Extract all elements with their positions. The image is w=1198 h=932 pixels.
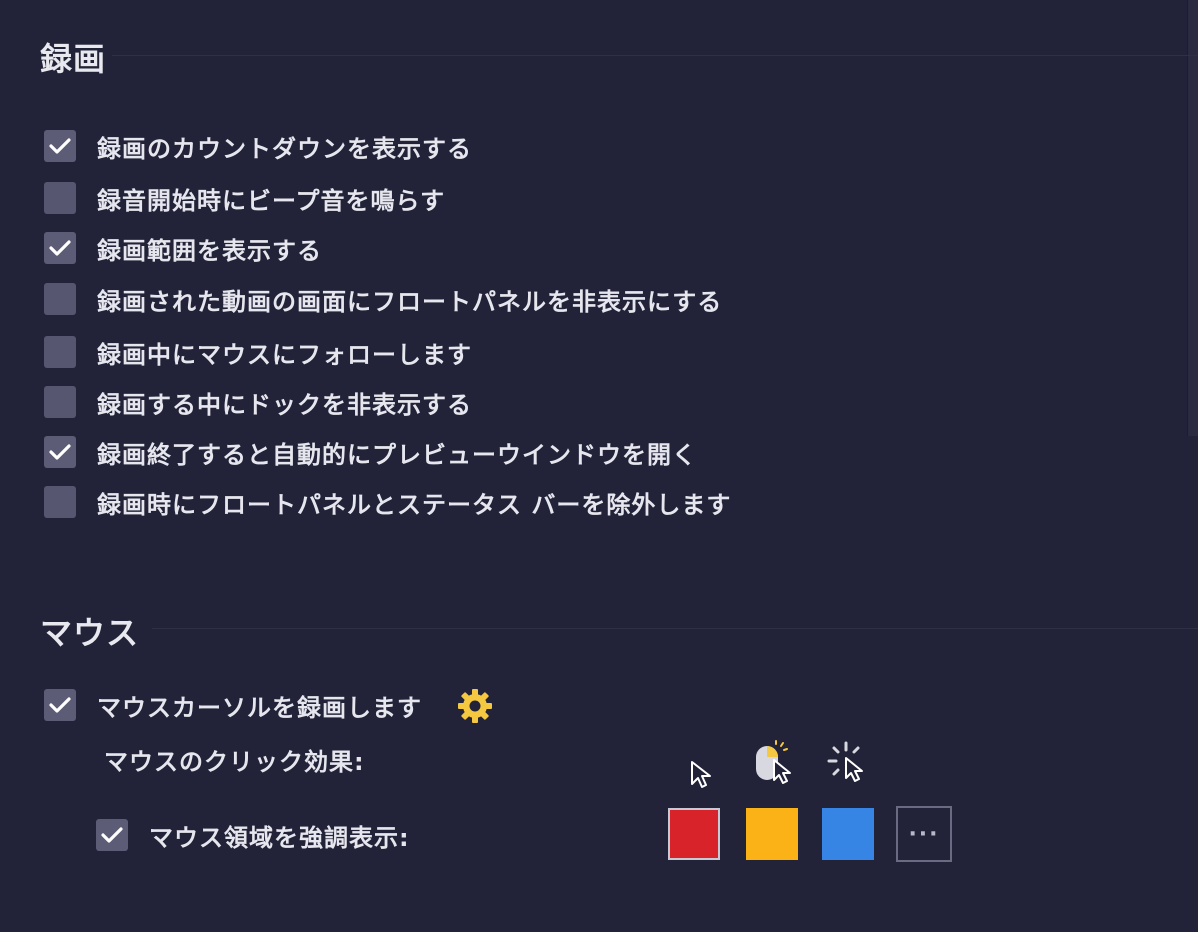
option-show-area-label: 録画範囲を表示する — [97, 236, 322, 265]
scrollbar[interactable] — [1187, 0, 1198, 436]
checkbox-open-preview[interactable] — [44, 436, 76, 468]
color-swatch-red[interactable] — [668, 808, 720, 860]
checkbox-record-cursor[interactable] — [44, 689, 76, 721]
option-record-cursor-label: マウスカーソルを録画します — [97, 693, 422, 722]
checkbox-exclude-panels[interactable] — [44, 486, 76, 518]
cursor-plain-icon[interactable] — [680, 752, 726, 798]
checkbox-hide-dock[interactable] — [44, 386, 76, 418]
more-colors-dots: ··· — [908, 821, 940, 847]
checkbox-countdown[interactable] — [44, 130, 76, 162]
checkbox-beep[interactable] — [44, 182, 76, 214]
color-swatch-blue[interactable] — [822, 808, 874, 860]
option-hide-float-panel-label: 録画された動画の画面にフロートパネルを非表示にする — [97, 287, 723, 316]
checkbox-highlight-area[interactable] — [96, 819, 128, 851]
recording-section-divider — [112, 55, 1198, 56]
option-show-area[interactable]: 録画範囲を表示する — [44, 231, 322, 265]
cursor-burst-icon[interactable] — [826, 740, 872, 786]
option-follow-mouse[interactable]: 録画中にマウスにフォローします — [44, 335, 472, 369]
option-record-cursor[interactable]: マウスカーソルを録画します — [44, 688, 422, 722]
option-hide-dock[interactable]: 録画する中にドックを非表示する — [44, 385, 472, 419]
option-open-preview[interactable]: 録画終了すると自動的にプレビューウインドウを開く — [44, 435, 697, 469]
option-open-preview-label: 録画終了すると自動的にプレビューウインドウを開く — [97, 440, 697, 469]
option-countdown[interactable]: 録画のカウントダウンを表示する — [44, 129, 472, 163]
checkbox-follow-mouse[interactable] — [44, 336, 76, 368]
option-highlight-area[interactable]: マウス領域を強調表示: — [96, 818, 410, 852]
option-beep[interactable]: 録音開始時にビープ音を鳴らす — [44, 181, 445, 215]
option-hide-dock-label: 録画する中にドックを非表示する — [97, 390, 472, 419]
option-beep-label: 録音開始時にビープ音を鳴らす — [97, 186, 446, 215]
recording-section-title: 録画 — [40, 40, 107, 78]
option-hide-float-panel[interactable]: 録画された動画の画面にフロートパネルを非表示にする — [44, 282, 722, 316]
gear-icon[interactable] — [456, 687, 494, 725]
option-highlight-area-label: マウス領域を強調表示: — [149, 823, 410, 852]
mouse-section-title: マウス — [40, 614, 140, 652]
settings-page: 録画 録画のカウントダウンを表示する 録音開始時にビープ音を鳴らす 録画範囲を表… — [0, 0, 1198, 932]
more-colors-button[interactable]: ··· — [896, 806, 952, 862]
checkbox-hide-float-panel[interactable] — [44, 283, 76, 315]
color-swatch-yellow[interactable] — [746, 808, 798, 860]
option-exclude-panels-label: 録画時にフロートパネルとステータス バーを除外します — [97, 490, 732, 519]
cursor-mouse-click-icon[interactable] — [752, 740, 798, 786]
click-effect-label: マウスのクリック効果: — [104, 748, 365, 776]
option-countdown-label: 録画のカウントダウンを表示する — [97, 134, 472, 163]
option-follow-mouse-label: 録画中にマウスにフォローします — [97, 340, 472, 369]
option-exclude-panels[interactable]: 録画時にフロートパネルとステータス バーを除外します — [44, 485, 731, 519]
checkbox-show-area[interactable] — [44, 232, 76, 264]
mouse-section-divider — [152, 628, 1198, 629]
